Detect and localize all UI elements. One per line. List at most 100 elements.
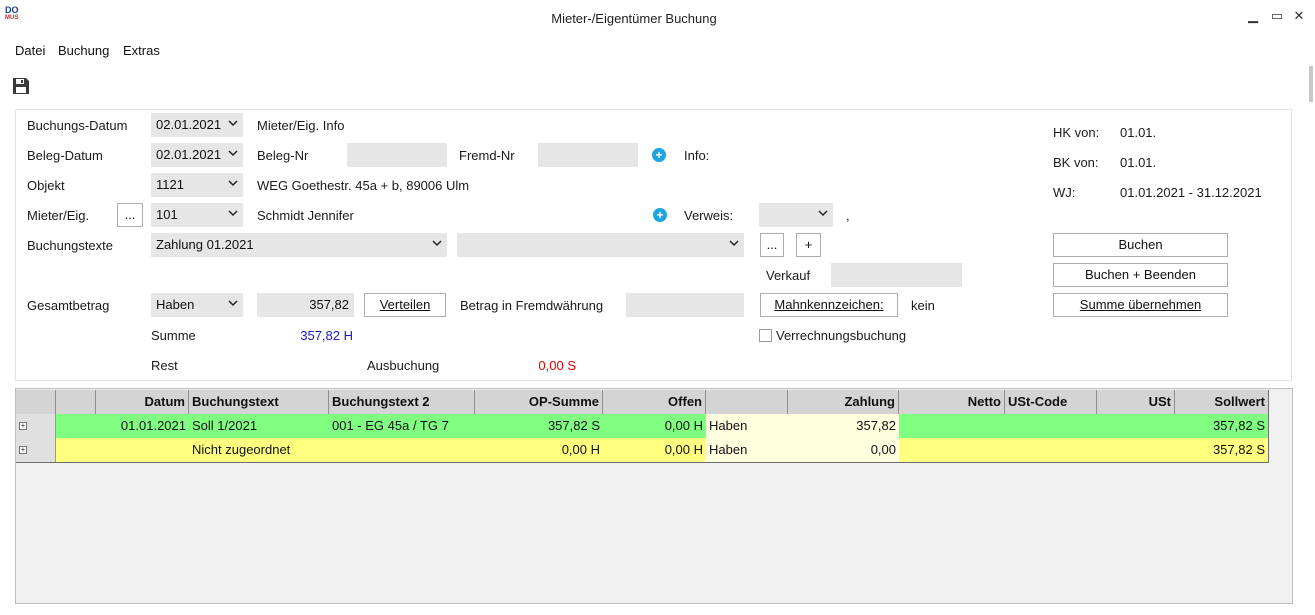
chevron-down-icon (818, 206, 828, 220)
hk-value: 01.01. (1120, 125, 1157, 140)
row-expander[interactable]: + (16, 438, 56, 462)
cell-buchungstext2: 001 - EG 45a / TG 7 (332, 418, 449, 433)
mahnkennzeichen-label: Mahnkennzeichen: (774, 297, 884, 312)
verteilen-button[interactable]: Verteilen (364, 293, 446, 317)
chevron-down-icon (228, 146, 238, 160)
cell-soll-haben[interactable]: Haben (706, 438, 788, 462)
fremd-nr-input[interactable] (538, 143, 638, 167)
header-offen[interactable]: Offen (603, 390, 706, 414)
mieter-select[interactable]: 101 (151, 203, 243, 227)
minimize-button[interactable]: ▁ (1244, 8, 1262, 26)
verweis-comma: , (846, 208, 850, 223)
objekt-value: 1121 (156, 177, 184, 192)
fremdwaehrung-input[interactable] (626, 293, 744, 317)
verteilen-label: Verteilen (379, 297, 431, 312)
cell-datum: 01.01.2021 (120, 418, 186, 433)
mieter-search-button[interactable]: ... (117, 203, 143, 227)
soll-haben-value: Haben (156, 297, 195, 312)
mahnkennzeichen-button[interactable]: Mahnkennzeichen: (760, 293, 898, 317)
cell-buchungstext: Soll 1/2021 (192, 418, 258, 433)
hk-label: HK von: (1053, 125, 1100, 140)
expand-plus-icon[interactable]: + (19, 422, 27, 430)
add-info-icon[interactable]: + (652, 148, 666, 162)
buchungstext1-select[interactable]: Zahlung 01.2021 (151, 233, 447, 257)
buchungs-datum-field[interactable]: 02.01.2021 (151, 113, 243, 137)
menu-extras[interactable]: Extras (123, 43, 160, 58)
mieter-label: Mieter/Eig. (27, 208, 90, 223)
buchungstext2-select[interactable] (457, 233, 744, 257)
ausbuchung-value: 0,00 S (538, 358, 576, 373)
objekt-name: WEG Goethestr. 45a + b, 89006 Ulm (257, 178, 470, 193)
header-netto[interactable]: Netto (899, 390, 1005, 414)
header-ust[interactable]: USt (1097, 390, 1175, 414)
verweis-select[interactable] (759, 203, 833, 227)
cell-soll-haben[interactable]: Haben (706, 414, 788, 438)
save-icon[interactable] (11, 76, 31, 96)
header-buchungstext[interactable]: Buchungstext (189, 390, 329, 414)
header-sollwert[interactable]: Sollwert (1175, 390, 1268, 414)
mieter-name: Schmidt Jennifer (257, 208, 354, 223)
mahnkennzeichen-value: kein (911, 298, 935, 313)
buchungs-datum-label: Buchungs-Datum (27, 118, 128, 133)
header-op-summe[interactable]: OP-Summe (475, 390, 603, 414)
header-soll-haben[interactable] (706, 390, 788, 414)
header-ust-code[interactable]: USt-Code (1005, 390, 1097, 414)
info-label: Info: (684, 148, 710, 163)
verweis-label: Verweis: (684, 208, 734, 223)
verkauf-input[interactable] (831, 263, 962, 287)
verkauf-label: Verkauf (766, 268, 811, 283)
soll-haben-select[interactable]: Haben (151, 293, 243, 317)
beleg-datum-value: 02.01.2021 (156, 147, 222, 162)
verrechnung-label: Verrechnungsbuchung (776, 328, 907, 343)
grid-bottom-line (16, 462, 1268, 463)
maximize-button[interactable]: ▭ (1268, 8, 1286, 26)
cell-zahlung[interactable]: 357,82 (788, 414, 899, 438)
betrag-input[interactable]: 357,82 (257, 293, 354, 317)
cell-sollwert: 357,82 S (1212, 418, 1265, 433)
verrechnung-checkbox[interactable] (759, 329, 772, 342)
bk-label: BK von: (1053, 155, 1099, 170)
beleg-datum-field[interactable]: 02.01.2021 (151, 143, 243, 167)
cell-sollwert: 357,82 S (1212, 442, 1265, 457)
chevron-down-icon (228, 296, 238, 310)
buchungstext-more-button[interactable]: ... (760, 233, 784, 257)
header-spacer (56, 390, 96, 414)
summe-uebernehmen-label: Summe übernehmen (1079, 297, 1202, 312)
beleg-datum-label: Beleg-Datum (27, 148, 103, 163)
wj-value: 01.01.2021 - 31.12.2021 (1120, 185, 1262, 200)
buchungstext1-value: Zahlung 01.2021 (156, 237, 254, 252)
gesamtbetrag-label: Gesamtbetrag (27, 298, 110, 313)
row-expander[interactable]: + (16, 414, 56, 438)
menu-buchung[interactable]: Buchung (58, 43, 109, 58)
menu-bar (0, 36, 1315, 66)
summe-uebernehmen-button[interactable]: Summe übernehmen (1053, 293, 1228, 317)
objekt-select[interactable]: 1121 (151, 173, 243, 197)
menu-datei[interactable]: Datei (15, 43, 45, 58)
cell-offen: 0,00 H (664, 442, 703, 457)
window-title: Mieter-/Eigentümer Buchung (551, 11, 717, 26)
beleg-nr-label: Beleg-Nr (257, 148, 309, 163)
ausbuchung-label: Ausbuchung (367, 358, 440, 373)
header-buchungstext2[interactable]: Buchungstext 2 (329, 390, 475, 414)
close-button[interactable]: ✕ (1290, 8, 1308, 26)
header-datum[interactable]: Datum (96, 390, 189, 414)
buchungstexte-label: Buchungstexte (27, 238, 114, 253)
expand-plus-icon[interactable]: + (19, 446, 27, 454)
cell-op-summe: 357,82 S (547, 418, 600, 433)
buchungstext-add-button[interactable]: + (796, 233, 821, 257)
bk-value: 01.01. (1120, 155, 1157, 170)
buchen-beenden-button[interactable]: Buchen + Beenden (1053, 263, 1228, 287)
fremd-nr-label: Fremd-Nr (459, 148, 515, 163)
wj-label: WJ: (1053, 185, 1076, 200)
toolbar (0, 66, 1315, 104)
chevron-down-icon (432, 236, 442, 250)
add-verweis-icon[interactable]: + (653, 208, 667, 222)
rest-label: Rest (151, 358, 178, 373)
fremdwaehrung-label: Betrag in Fremdwährung (460, 298, 604, 313)
cell-zahlung[interactable]: 0,00 (788, 438, 899, 462)
header-expander (16, 390, 56, 414)
buchen-button[interactable]: Buchen (1053, 233, 1228, 257)
buchungs-datum-value: 02.01.2021 (156, 117, 222, 132)
header-zahlung[interactable]: Zahlung (788, 390, 899, 414)
beleg-nr-input[interactable] (347, 143, 447, 167)
